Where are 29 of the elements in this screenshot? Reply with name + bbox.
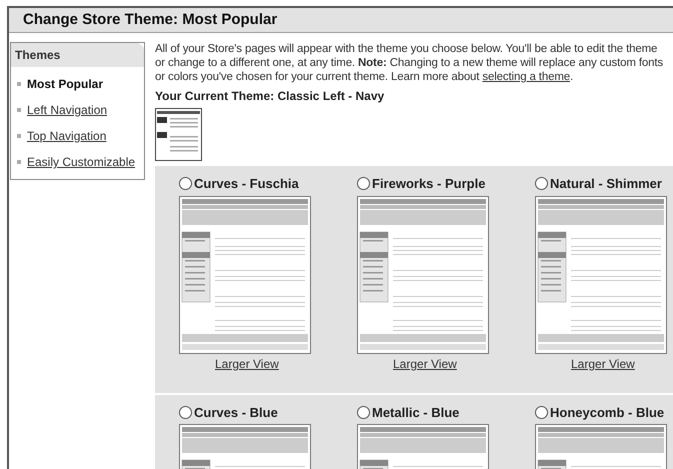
sidebar-link[interactable]: Most Popular: [27, 75, 104, 93]
sidebar-link[interactable]: Easily Customizable: [27, 153, 136, 171]
bullet-icon: [17, 160, 21, 164]
sidebar-link[interactable]: Left Navigation: [27, 101, 108, 119]
theme-radio[interactable]: [357, 406, 370, 419]
theme-radio[interactable]: [179, 177, 192, 190]
theme-name: Fireworks - Purple: [372, 175, 486, 193]
theme-name: Metallic - Blue: [372, 404, 460, 422]
theme-name: Curves - Fuschia: [194, 175, 299, 193]
current-theme-label: Your Current Theme: Classic Left - Navy: [155, 88, 386, 105]
theme-name: Natural - Shimmer: [550, 175, 662, 193]
theme-radio[interactable]: [357, 177, 370, 190]
bullet-icon: [17, 134, 21, 138]
theme-radio[interactable]: [535, 177, 548, 190]
sidebar-link[interactable]: Top Navigation: [27, 127, 106, 145]
bullet-icon: [17, 108, 21, 112]
sidebar-heading: Themes: [11, 43, 144, 67]
theme-radio[interactable]: [535, 406, 548, 419]
bullet-icon: [17, 82, 21, 86]
selecting-theme-link[interactable]: selecting a theme: [482, 71, 570, 83]
theme-description: All of your Store's pages will appear with the theme you choose below. You'll be able to edit the theme or change to a different one, at any time. Note: Changing to a new theme will replace any custom fonts or colors you've chosen for your current theme. Learn more about selecting a theme.: [155, 42, 664, 84]
theme-name: Curves - Blue: [194, 404, 278, 422]
theme-name: Honeycomb - Blue: [550, 404, 664, 422]
larger-view-link[interactable]: Larger View: [393, 354, 457, 372]
page-title-bar: Change Store Theme: Most Popular: [9, 8, 673, 33]
theme-preview-drawing: [155, 108, 202, 161]
theme-radio[interactable]: [179, 406, 192, 419]
larger-view-link[interactable]: Larger View: [215, 354, 279, 372]
larger-view-link[interactable]: Larger View: [571, 354, 635, 372]
